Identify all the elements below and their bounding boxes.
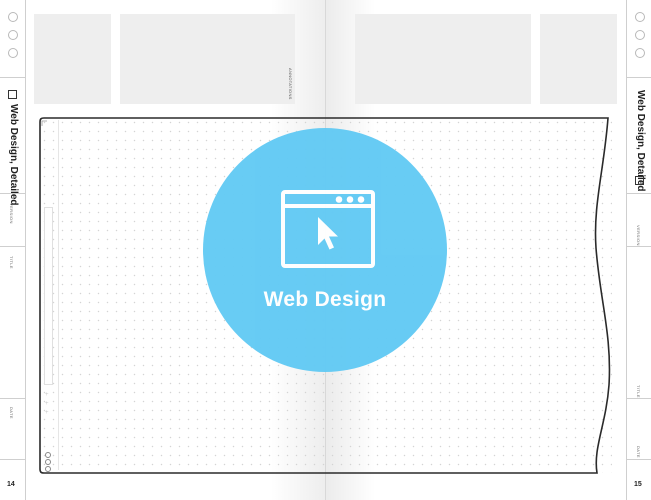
- scrollbar-track[interactable]: [44, 207, 53, 385]
- circle-icon: [45, 466, 51, 472]
- plus-icon: +: [45, 401, 49, 407]
- checkbox-icon: [635, 176, 644, 185]
- circle-icon: [45, 452, 51, 458]
- left-margin-strip: Web Design, Detailed VERSION TITLE DATE …: [0, 0, 26, 500]
- version-label: VERSION: [9, 203, 14, 224]
- notebook-title: Web Design, Detailed: [8, 104, 19, 206]
- page-number-right: 15: [634, 481, 642, 488]
- badge-label: Web Design: [263, 288, 387, 311]
- web-design-badge: Web Design: [203, 128, 447, 372]
- plus-icon: +: [45, 392, 49, 398]
- plus-icon: +: [45, 410, 49, 416]
- binder-ring-icon: [635, 48, 645, 58]
- binder-ring-icon: [8, 30, 18, 40]
- binder-ring-icon: [8, 12, 18, 22]
- browser-cursor-icon: [281, 190, 375, 268]
- version-label: VERSION: [636, 225, 641, 246]
- sidebar-divider: [58, 120, 59, 470]
- binder-ring-icon: [8, 48, 18, 58]
- title-label: TITLE: [9, 256, 14, 269]
- circle-icon: [45, 459, 51, 465]
- checkbox-icon: [8, 90, 17, 99]
- date-label: DATE: [636, 446, 641, 458]
- binder-ring-icon: [635, 30, 645, 40]
- date-label: DATE: [9, 407, 14, 419]
- right-margin-strip: Web Design, Detailed VERSION TITLE DATE …: [626, 0, 651, 500]
- page-number-left: 14: [7, 481, 15, 488]
- binder-ring-icon: [635, 12, 645, 22]
- title-label: TITLE: [636, 385, 641, 398]
